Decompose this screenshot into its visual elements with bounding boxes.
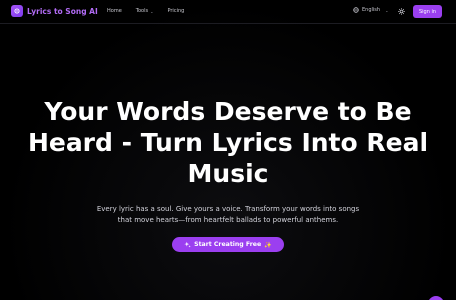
nav-tools[interactable]: Tools ⌄ [136,8,154,14]
main-nav: Home Tools ⌄ Pricing [107,8,198,14]
language-label: English [362,7,381,13]
hero-title-line: Your Words Deserve to Be [44,97,412,126]
nav-tools-label: Tools [135,8,149,14]
sun-icon [397,7,405,15]
start-creating-button[interactable]: Start Creating Free ✨ [172,237,284,252]
sign-in-button[interactable]: Sign in [413,5,442,18]
language-selector[interactable]: English ⌄ [353,7,388,13]
logo-icon [11,5,23,17]
brand-name: Lyrics to Song AI [27,6,98,16]
theme-toggle-button[interactable] [396,6,406,16]
page: Lyrics to Song AI Home Tools ⌄ Pricing E… [0,0,456,300]
hero-subtitle-line: that move hearts—from heartfelt ballads … [117,216,339,224]
nav-pricing-label: Pricing [167,8,185,14]
nav-home-label: Home [107,8,122,14]
sparkle-icon [184,241,191,248]
chat-fab-button[interactable] [428,296,444,300]
hero-title-line: Heard - Turn Lyrics Into Real [27,128,429,157]
hero-title-line: Music [187,159,269,188]
header: Lyrics to Song AI Home Tools ⌄ Pricing E… [0,0,456,24]
cta-label: Start Creating Free [194,241,262,248]
chevron-down-icon: ⌄ [385,7,389,13]
nav-pricing[interactable]: Pricing [167,8,184,14]
hero-title: Your Words Deserve to Be Heard - Turn Ly… [0,96,456,189]
chevron-down-icon: ⌄ [150,8,154,14]
globe-icon [353,7,359,13]
brand-link[interactable]: Lyrics to Song AI [11,5,98,17]
nav-home[interactable]: Home [107,8,122,14]
hero-subtitle-line: Every lyric has a soul. Give yours a voi… [96,205,360,213]
sparkle-emoji: ✨ [264,241,272,249]
hero-subtitle: Every lyric has a soul. Give yours a voi… [88,204,368,226]
